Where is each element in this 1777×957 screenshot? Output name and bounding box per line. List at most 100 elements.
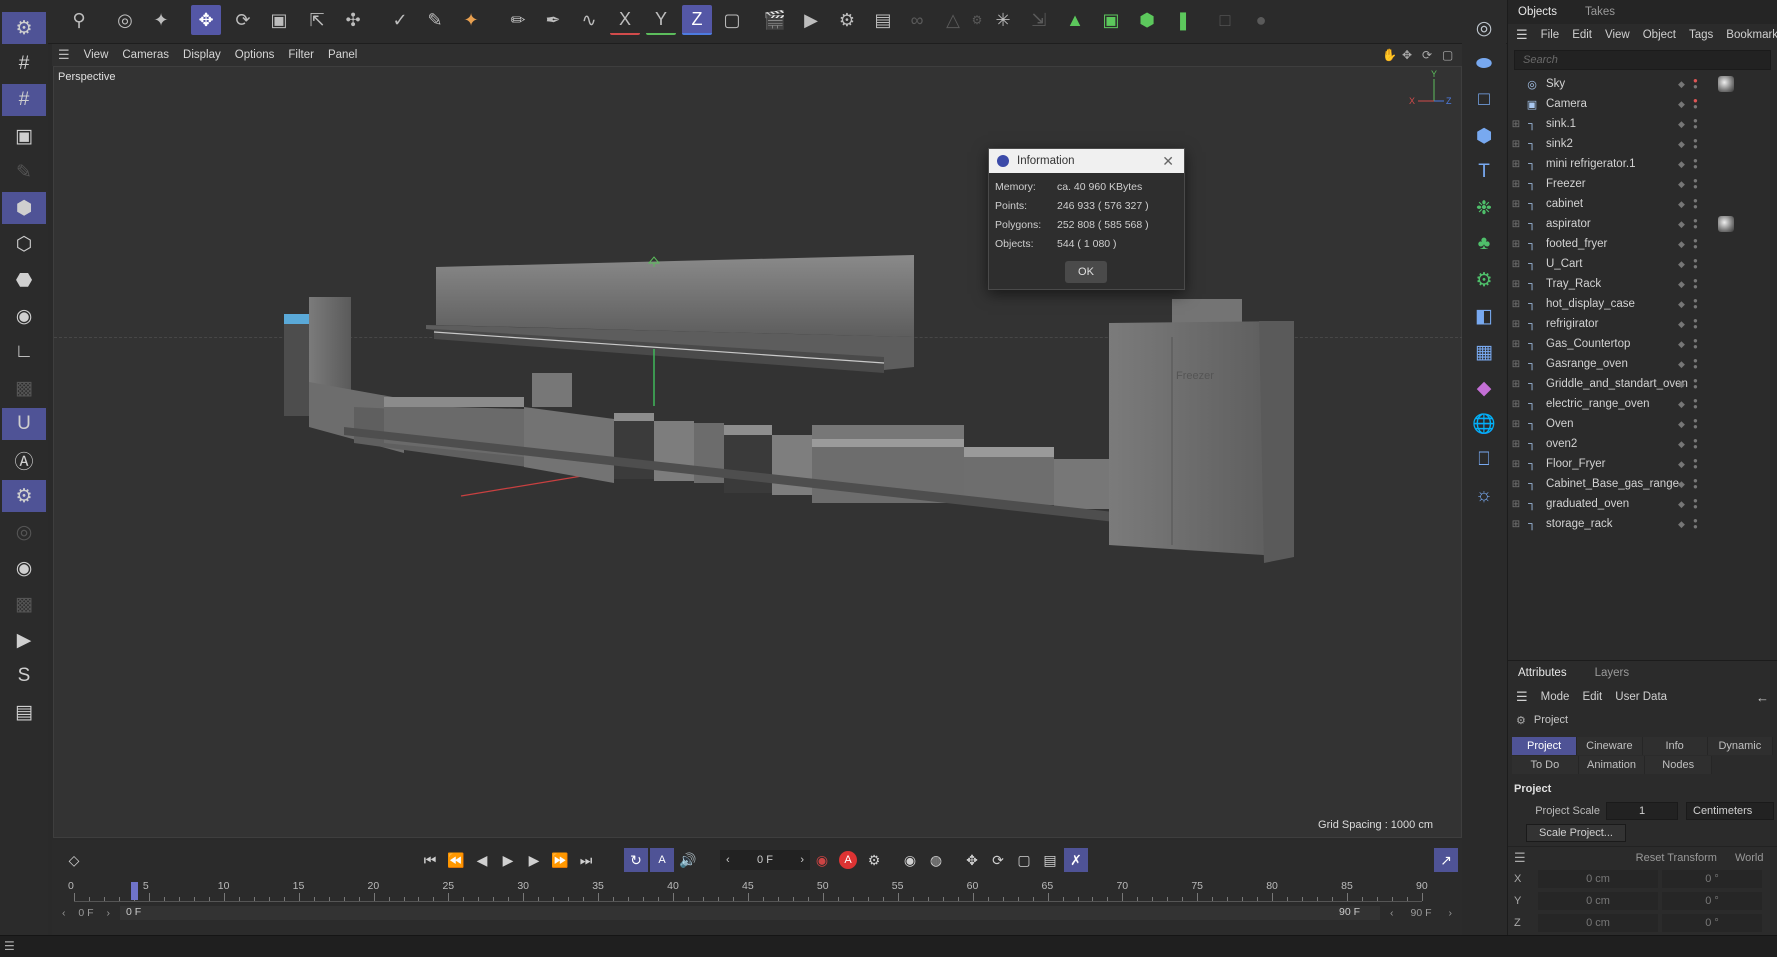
status-hamburger-icon[interactable]: ☰	[4, 939, 15, 953]
visibility-dots-icon[interactable]: ● ●	[1693, 457, 1698, 471]
attributes-menu-edit[interactable]: Edit	[1582, 691, 1602, 703]
layer-diamond-icon[interactable]: ◆	[1678, 399, 1685, 410]
expand-plus-icon[interactable]: ⊞	[1508, 159, 1524, 170]
next-frame-icon[interactable]: ▶	[522, 848, 546, 872]
position-field[interactable]: 0 cm	[1538, 870, 1658, 888]
current-frame-field[interactable]: ‹ 0 F ›	[720, 850, 810, 870]
visibility-dots-icon[interactable]: ● ●	[1693, 277, 1698, 291]
text-icon[interactable]: T	[1468, 156, 1500, 188]
key-rotate-icon[interactable]: ⟳	[986, 848, 1010, 872]
live-selection-icon[interactable]: ◎	[110, 5, 140, 35]
model-icon[interactable]: ▣	[2, 120, 46, 152]
visibility-dots-icon[interactable]: ● ●	[1693, 437, 1698, 451]
layer-diamond-icon[interactable]: ◆	[1678, 119, 1685, 130]
expand-plus-icon[interactable]: ⊞	[1508, 459, 1524, 470]
3d-viewport[interactable]: Perspective Grid Spacing : 1000 cm Y X Z	[53, 66, 1463, 838]
spline-sketch-icon[interactable]: ∿	[574, 5, 604, 35]
attributes-menu-user-data[interactable]: User Data	[1615, 691, 1667, 703]
layer-diamond-icon[interactable]: ◆	[1678, 219, 1685, 230]
coordinate-system-icon[interactable]: ▢	[717, 5, 747, 35]
expand-plus-icon[interactable]: ⊞	[1508, 479, 1524, 490]
rotation-field[interactable]: 0 °	[1662, 870, 1762, 888]
tab-layers[interactable]: Layers	[1595, 667, 1630, 679]
expand-plus-icon[interactable]: ⊞	[1508, 219, 1524, 230]
ok-button[interactable]: OK	[1065, 261, 1107, 283]
expand-plus-icon[interactable]: ⊞	[1508, 319, 1524, 330]
object-row[interactable]: ⊞ ┐ graduated_oven ◆ ● ●	[1508, 494, 1777, 514]
menu-options[interactable]: Options	[235, 49, 275, 61]
object-row[interactable]: ⊞ ┐ oven2 ◆ ● ●	[1508, 434, 1777, 454]
object-row[interactable]: ◎ Sky ◆ ● ●	[1508, 74, 1777, 94]
key-rotation-icon[interactable]: ◍	[924, 848, 948, 872]
object-row[interactable]: ⊞ ┐ Floor_Fryer ◆ ● ●	[1508, 454, 1777, 474]
project-scale-input[interactable]: 1	[1606, 802, 1678, 820]
scale-icon[interactable]: ▣	[264, 5, 294, 35]
render-settings-icon[interactable]: ⚙	[832, 5, 862, 35]
visibility-dots-icon[interactable]: ● ●	[1693, 517, 1698, 531]
cloner-icon[interactable]: ♣	[1468, 228, 1500, 260]
ptab-dynamic[interactable]: Dynamic	[1707, 737, 1773, 755]
layer-diamond-icon[interactable]: ◆	[1678, 419, 1685, 430]
field-icon[interactable]: ▦	[1468, 336, 1500, 368]
transform-hamburger-icon[interactable]: ☰	[1514, 850, 1526, 866]
tab-objects[interactable]: Objects	[1518, 6, 1557, 18]
render-picture-viewer-icon[interactable]: ▶	[796, 5, 826, 35]
visibility-dots-icon[interactable]: ● ●	[1693, 317, 1698, 331]
objects-hamburger-icon[interactable]: ☰	[1516, 27, 1528, 43]
object-row[interactable]: ⊞ ┐ Gas_Countertop ◆ ● ●	[1508, 334, 1777, 354]
material-tag-icon[interactable]	[1718, 76, 1734, 92]
magnet-icon[interactable]: U	[2, 408, 46, 440]
layer-diamond-icon[interactable]: ◆	[1678, 159, 1685, 170]
expand-plus-icon[interactable]: ⊞	[1508, 139, 1524, 150]
object-row[interactable]: ⊞ ┐ Gasrange_oven ◆ ● ●	[1508, 354, 1777, 374]
play-render-icon[interactable]: ▶	[2, 624, 46, 656]
menu-hamburger-icon[interactable]: ☰	[58, 47, 70, 63]
layer-diamond-icon[interactable]: ◆	[1678, 459, 1685, 470]
light-icon[interactable]: ☼	[1468, 480, 1500, 512]
start-frame-field[interactable]: ‹ 0 F ›	[56, 907, 116, 919]
next-key-icon[interactable]: ⏩	[548, 848, 572, 872]
object-row[interactable]: ⊞ ┐ U_Cart ◆ ● ●	[1508, 254, 1777, 274]
objects-menu-edit[interactable]: Edit	[1572, 29, 1592, 41]
knife-icon[interactable]: ✦	[456, 5, 486, 35]
objects-menu-object[interactable]: Object	[1643, 29, 1676, 41]
ptab-nodes[interactable]: Nodes	[1645, 756, 1713, 774]
lock-x-axis-icon[interactable]: X	[610, 5, 640, 35]
deformer-icon[interactable]: ◧	[1468, 300, 1500, 332]
expand-plus-icon[interactable]: ⊞	[1508, 379, 1524, 390]
spline-icon[interactable]: ◆	[1468, 372, 1500, 404]
visibility-dots-icon[interactable]: ● ●	[1693, 417, 1698, 431]
green-bone-icon[interactable]: ❚	[1168, 5, 1198, 35]
loop-icon[interactable]: ↻	[624, 848, 648, 872]
objects-menu-view[interactable]: View	[1605, 29, 1630, 41]
object-row[interactable]: ⊞ ┐ refrigirator ◆ ● ●	[1508, 314, 1777, 334]
move-view-icon[interactable]: ✥	[1402, 48, 1412, 62]
previous-frame-icon[interactable]: ◀	[470, 848, 494, 872]
layer-diamond-icon[interactable]: ◆	[1678, 259, 1685, 270]
grid-active-icon[interactable]: #	[2, 84, 46, 116]
visibility-dots-icon[interactable]: ● ●	[1693, 337, 1698, 351]
visibility-dots-icon[interactable]: ● ●	[1693, 77, 1698, 91]
dim-tool-icon[interactable]: ◎	[2, 516, 46, 548]
visibility-dots-icon[interactable]: ● ●	[1693, 137, 1698, 151]
green-triangle-icon[interactable]: ▲	[1060, 5, 1090, 35]
attributes-menu-mode[interactable]: Mode	[1541, 691, 1570, 703]
object-row[interactable]: ⊞ ┐ sink2 ◆ ● ●	[1508, 134, 1777, 154]
expand-plus-icon[interactable]: ⊞	[1508, 439, 1524, 450]
green-cube-icon[interactable]: ▣	[1096, 5, 1126, 35]
end-frame-field[interactable]: ‹ 90 F ›	[1384, 907, 1458, 919]
layer-diamond-icon[interactable]: ◆	[1678, 319, 1685, 330]
paint-icon[interactable]: ✏	[503, 5, 533, 35]
settings-icon[interactable]: ⚙	[2, 12, 46, 44]
layer-diamond-icon[interactable]: ◆	[1678, 499, 1685, 510]
reset-transform-button[interactable]: Reset Transform	[1636, 852, 1717, 864]
object-row[interactable]: ⊞ ┐ hot_display_case ◆ ● ●	[1508, 294, 1777, 314]
gear-active-icon[interactable]: ⚙	[2, 480, 46, 512]
keyframe-diamond-icon[interactable]: ◇	[62, 848, 86, 872]
visibility-dots-icon[interactable]: ● ●	[1693, 97, 1698, 111]
layer-diamond-icon[interactable]: ◆	[1678, 99, 1685, 110]
grid-icon[interactable]: #	[2, 48, 46, 80]
frame-prev-arrow-icon[interactable]: ‹	[726, 854, 730, 866]
selection-filter-icon[interactable]: ✦	[146, 5, 176, 35]
scale-project-button[interactable]: Scale Project...	[1526, 824, 1626, 842]
